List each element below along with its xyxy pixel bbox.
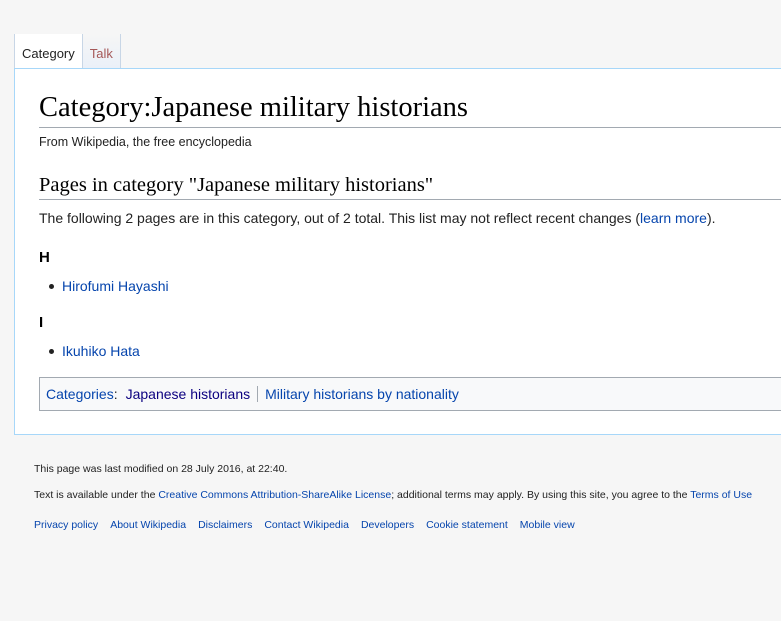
learn-more-link[interactable]: learn more	[640, 210, 707, 226]
page-link-hirofumi-hayashi[interactable]: Hirofumi Hayashi	[62, 278, 169, 294]
wiki-page: Category Talk Category:Japanese military…	[0, 0, 781, 621]
intro-text: The following 2 pages are in this catego…	[39, 210, 641, 226]
license-post: ; additional terms may apply. By using t…	[391, 489, 691, 501]
footer-link-privacy-policy[interactable]: Privacy policy	[34, 519, 98, 531]
categories-colon: :	[113, 386, 118, 402]
footer-link-contact-wikipedia[interactable]: Contact Wikipedia	[264, 519, 349, 531]
footer-places: Privacy policy About Wikipedia Disclaime…	[34, 519, 587, 531]
tab-category-label: Category	[22, 46, 75, 61]
license-pre: Text is available under the	[34, 489, 159, 501]
group-letter-h: H	[39, 249, 50, 266]
page-title: Category:Japanese military historians	[39, 90, 781, 128]
bullet-icon	[49, 348, 54, 354]
footer-license: Text is available under the Creative Com…	[34, 489, 752, 501]
tab-talk[interactable]: Talk	[82, 34, 121, 69]
footer-link-cookie-statement[interactable]: Cookie statement	[426, 519, 508, 531]
category-separator	[257, 386, 259, 402]
footer-link-about-wikipedia[interactable]: About Wikipedia	[110, 519, 186, 531]
list-item: Ikuhiko Hata	[49, 343, 140, 359]
section-heading: Pages in category "Japanese military his…	[39, 172, 781, 200]
terms-of-use-link[interactable]: Terms of Use	[690, 489, 752, 501]
group-letter-i: I	[39, 314, 44, 331]
bullet-icon	[49, 283, 54, 289]
site-subtitle: From Wikipedia, the free encyclopedia	[39, 135, 252, 149]
page-link-ikuhiko-hata[interactable]: Ikuhiko Hata	[62, 343, 140, 359]
content-area: Category:Japanese military historians Fr…	[14, 68, 781, 435]
category-military-historians-by-nationality[interactable]: Military historians by nationality	[265, 386, 459, 402]
tab-category[interactable]: Category	[14, 34, 83, 69]
footer-link-mobile-view[interactable]: Mobile view	[520, 519, 575, 531]
categories-link[interactable]: Categories	[46, 386, 114, 402]
footer-last-modified: This page was last modified on 28 July 2…	[34, 463, 288, 475]
category-links-box: Categories: Japanese historians Military…	[39, 377, 781, 411]
namespace-tabs: Category Talk	[14, 34, 121, 69]
category-japanese-historians[interactable]: Japanese historians	[126, 386, 251, 402]
tab-talk-label: Talk	[89, 46, 113, 61]
intro-end: ).	[706, 210, 716, 226]
footer-link-disclaimers[interactable]: Disclaimers	[198, 519, 252, 531]
category-intro: The following 2 pages are in this catego…	[39, 210, 716, 226]
list-item: Hirofumi Hayashi	[49, 278, 169, 294]
license-link[interactable]: Creative Commons Attribution-ShareAlike …	[158, 489, 391, 501]
footer-link-developers[interactable]: Developers	[361, 519, 414, 531]
